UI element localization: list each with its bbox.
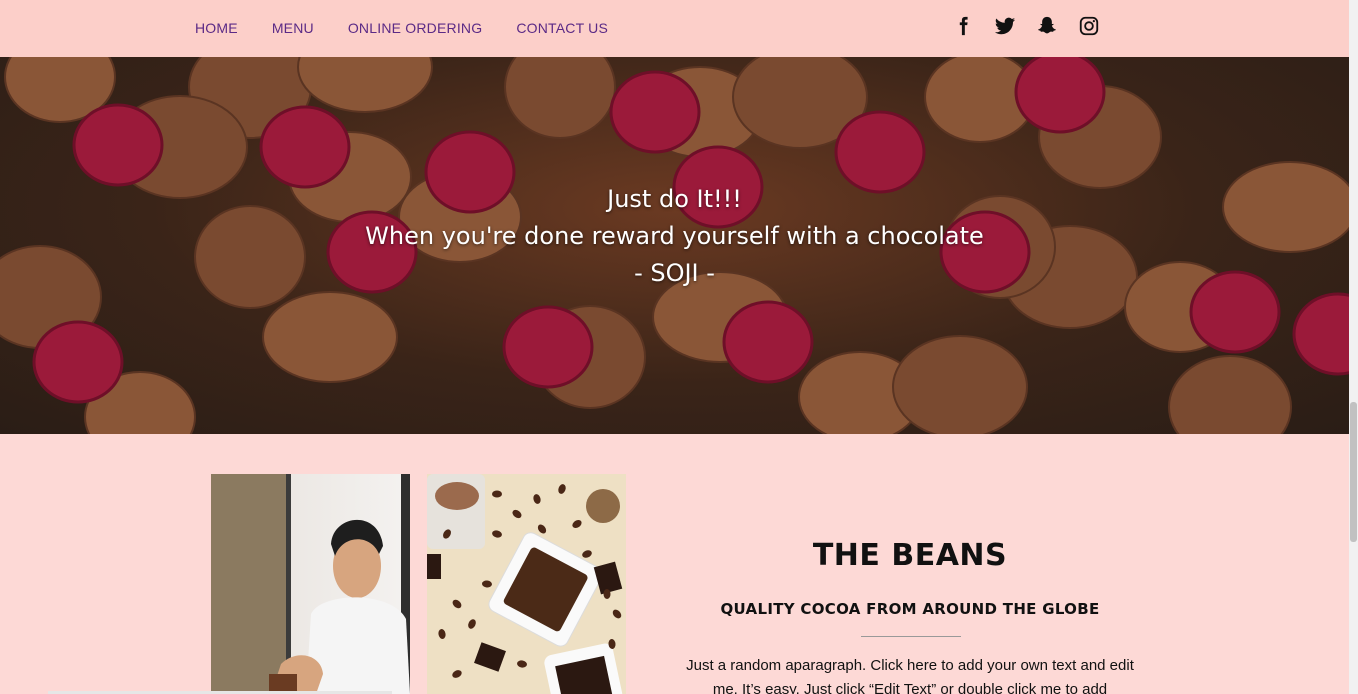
truffle (892, 335, 1028, 434)
hero-quote: Just do It!!! When you're done reward yo… (0, 181, 1349, 292)
raspberry (1014, 57, 1106, 134)
hero-line-3: - SOJI - (634, 259, 715, 287)
nav-online-ordering-link[interactable]: ONLINE ORDERING (348, 20, 482, 36)
raspberry (722, 300, 814, 384)
raspberry (834, 110, 926, 194)
truffle (504, 57, 616, 139)
chef-photo (211, 474, 410, 694)
instagram-icon[interactable] (1078, 15, 1100, 37)
main-nav: HOME MENU ONLINE ORDERING CONTACT US (195, 20, 608, 36)
beans-paragraph: Just a random aparagraph. Click here to … (686, 657, 1134, 694)
truffle (297, 57, 433, 113)
hero-line-2: When you're done reward yourself with a … (365, 222, 984, 250)
raspberry (1292, 292, 1349, 376)
raspberry (502, 305, 594, 389)
truffle (262, 291, 398, 383)
social-links (952, 15, 1100, 37)
beans-title: THE BEANS (812, 538, 1008, 573)
nav-menu-link[interactable]: MENU (272, 20, 314, 36)
facebook-icon[interactable] (952, 15, 974, 37)
coffee-bean (492, 490, 502, 498)
truffle (1168, 355, 1292, 434)
snapchat-icon[interactable] (1036, 15, 1058, 37)
hero-banner: Just do It!!! When you're done reward yo… (0, 57, 1349, 434)
raspberry (259, 105, 351, 189)
navbar: HOME MENU ONLINE ORDERING CONTACT US (0, 0, 1349, 57)
beans-subtitle: QUALITY COCOA FROM AROUND THE GLOBE (720, 600, 1100, 618)
vertical-scrollbar[interactable] (1349, 0, 1358, 694)
hero-line-1: Just do It!!! (607, 185, 742, 213)
coffee-beans-photo (427, 474, 626, 694)
nav-contact-us-link[interactable]: CONTACT US (516, 20, 608, 36)
raspberry (32, 320, 124, 404)
scrollbar-thumb[interactable] (1350, 402, 1357, 542)
raspberry (72, 103, 164, 187)
twitter-icon[interactable] (994, 15, 1016, 37)
nav-home-link[interactable]: HOME (195, 20, 238, 36)
section-divider (861, 636, 961, 637)
raspberry (609, 70, 701, 154)
